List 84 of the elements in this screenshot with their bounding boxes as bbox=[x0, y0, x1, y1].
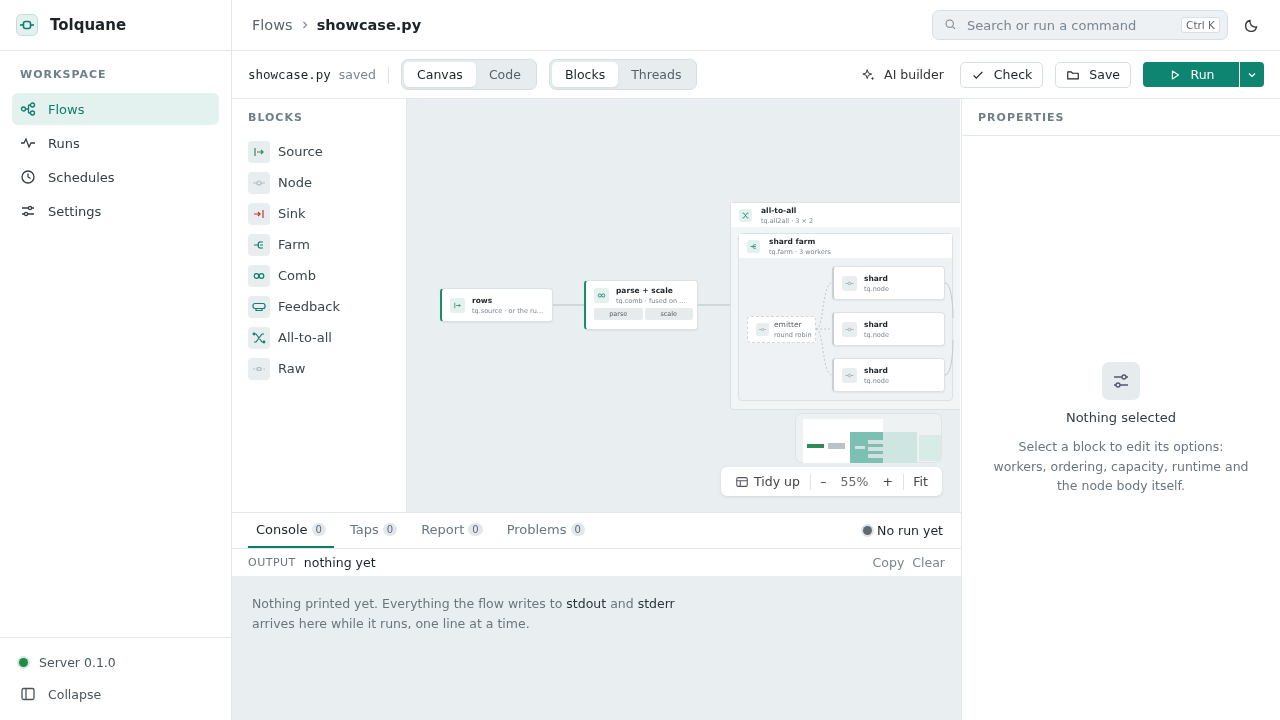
console-message: Nothing printed yet. Everything the flow writes to stdout and stderr arrives here while it runs, one line at a time. bbox=[252, 595, 676, 633]
sink-block-icon bbox=[248, 202, 270, 225]
node-block-icon bbox=[842, 275, 857, 291]
source-block-icon bbox=[248, 140, 270, 163]
block-item[interactable]: Node bbox=[248, 167, 390, 198]
pulse-icon bbox=[20, 135, 36, 151]
run-button[interactable]: Run bbox=[1143, 62, 1239, 87]
comb-block-icon bbox=[594, 288, 609, 303]
file-name: showcase.py bbox=[248, 67, 331, 82]
sparkle-icon bbox=[862, 67, 877, 82]
output-value: nothing yet bbox=[303, 555, 376, 570]
block-item[interactable]: Farm bbox=[248, 229, 390, 260]
console-tab[interactable]: Report 0 bbox=[413, 513, 491, 548]
console-tab[interactable]: Console 0 bbox=[248, 513, 334, 548]
run-menu-button[interactable] bbox=[1239, 62, 1264, 87]
page-title: showcase.py bbox=[316, 17, 422, 33]
count-badge: 0 bbox=[382, 523, 398, 536]
block-item[interactable]: Source bbox=[248, 136, 390, 167]
section-heading: WORKSPACE bbox=[19, 67, 108, 83]
output-label: OUTPUT bbox=[248, 556, 296, 569]
zoom-in-button[interactable]: + bbox=[878, 474, 897, 489]
fit-button[interactable]: Fit bbox=[909, 474, 932, 489]
clear-button[interactable]: Clear bbox=[912, 555, 945, 570]
console-tab[interactable]: Taps 0 bbox=[342, 513, 406, 548]
connector bbox=[944, 282, 954, 319]
section-heading: PROPERTIES bbox=[962, 99, 1280, 136]
block-item[interactable]: Feedback bbox=[248, 291, 390, 322]
nav-item[interactable]: Flows bbox=[12, 93, 219, 125]
flow-icon bbox=[20, 101, 36, 117]
count-badge: 0 bbox=[311, 523, 326, 536]
tidy-up-button[interactable]: Tidy up bbox=[731, 474, 804, 489]
count-badge: 0 bbox=[468, 523, 483, 536]
logo-icon bbox=[16, 14, 38, 36]
count-badge: 0 bbox=[570, 523, 585, 536]
moon-icon[interactable] bbox=[1244, 17, 1260, 33]
node-block-icon bbox=[842, 367, 857, 383]
farm-block-icon bbox=[248, 233, 270, 256]
zoom-level: 55% bbox=[839, 474, 870, 489]
section-heading: BLOCKS bbox=[248, 111, 304, 124]
comb-block-icon bbox=[248, 264, 270, 287]
block-item[interactable]: Comb bbox=[248, 260, 390, 291]
nav-item[interactable]: Runs bbox=[12, 127, 219, 159]
connector bbox=[944, 339, 954, 376]
node-block-icon bbox=[756, 323, 769, 336]
view-tab[interactable]: Code bbox=[475, 62, 534, 87]
node-block-icon bbox=[842, 321, 857, 337]
console-tab[interactable]: Problems 0 bbox=[498, 513, 593, 548]
all2all-block-icon bbox=[248, 326, 270, 349]
source-block-icon bbox=[450, 297, 465, 313]
shortcut-key: Ctrl K bbox=[1181, 17, 1220, 33]
empty-description: Select a block to edit its options: workers, ordering, capacity, runtime and the node body itself. bbox=[992, 438, 1250, 495]
all2all-block-icon bbox=[739, 208, 752, 222]
mode-tab[interactable]: Blocks bbox=[551, 62, 619, 87]
feedback-block-icon bbox=[248, 295, 270, 318]
ai-builder-button[interactable]: AI builder bbox=[862, 67, 944, 82]
clock-icon bbox=[20, 169, 36, 185]
block-item[interactable]: Raw bbox=[248, 353, 390, 384]
app-name: Tolquane bbox=[50, 16, 127, 34]
view-tab[interactable]: Canvas bbox=[404, 62, 476, 87]
breadcrumb-link[interactable]: Flows bbox=[252, 17, 293, 33]
check-button[interactable]: Check bbox=[959, 61, 1044, 88]
layout-icon bbox=[735, 474, 749, 489]
run-status: No run yet bbox=[877, 523, 943, 538]
zoom-out-button[interactable]: – bbox=[816, 474, 831, 489]
server-version: Server 0.1.0 bbox=[39, 654, 116, 670]
copy-button[interactable]: Copy bbox=[872, 555, 905, 570]
node-block-icon bbox=[248, 171, 270, 194]
settings-icon bbox=[20, 203, 36, 219]
farm-block-icon bbox=[747, 239, 760, 253]
block-item[interactable]: Sink bbox=[248, 198, 390, 229]
sliders-icon bbox=[1102, 362, 1140, 400]
raw-block-icon bbox=[248, 357, 270, 380]
nav-item[interactable]: Settings bbox=[12, 195, 219, 227]
mode-tab[interactable]: Threads bbox=[618, 62, 695, 87]
nav-item[interactable]: Schedules bbox=[12, 161, 219, 193]
empty-title: Nothing selected bbox=[1065, 410, 1177, 425]
save-button[interactable]: Save bbox=[1055, 61, 1131, 88]
block-item[interactable]: All-to-all bbox=[248, 322, 390, 353]
status-dot bbox=[19, 657, 28, 667]
collapse-button[interactable]: Collapse bbox=[0, 678, 231, 710]
save-status: saved bbox=[338, 67, 376, 82]
run-status-dot bbox=[863, 526, 873, 535]
sidebar-icon bbox=[20, 686, 36, 702]
search-icon bbox=[944, 18, 957, 31]
